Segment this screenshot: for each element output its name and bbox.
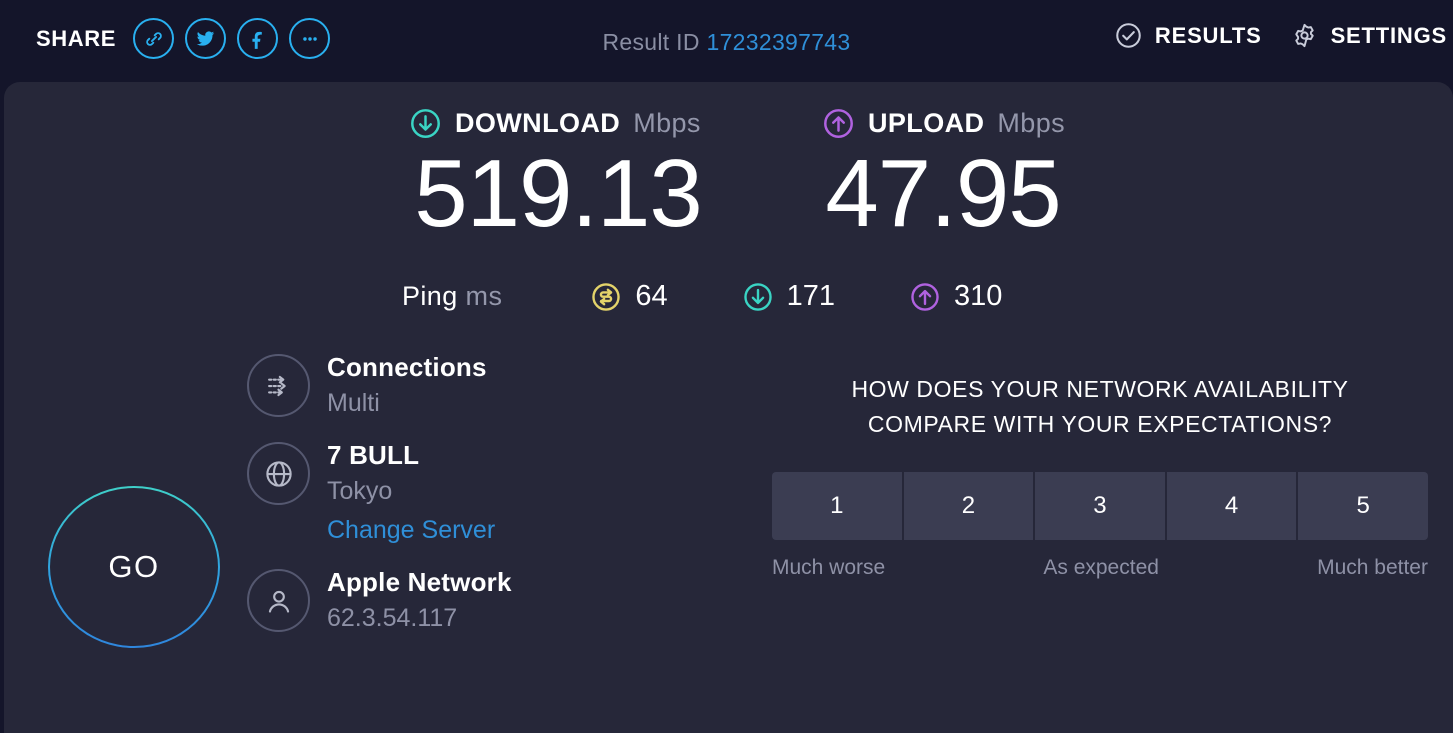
user-icon [247, 569, 310, 632]
ping-upload: 310 [909, 280, 1002, 313]
check-circle-icon [1114, 21, 1143, 50]
result-id-label: Result ID [602, 29, 700, 55]
gear-icon [1290, 21, 1319, 50]
survey-scale-labels: Much worse As expected Much better [772, 556, 1428, 580]
results-button[interactable]: RESULTS [1114, 21, 1262, 50]
survey-question-line1: HOW DOES YOUR NETWORK AVAILABILITY [851, 376, 1349, 402]
ping-download-icon [742, 281, 774, 313]
server-row: 7 BULL Tokyo Change Server [247, 440, 512, 545]
survey-question-line2: COMPARE WITH YOUR EXPECTATIONS? [867, 410, 1333, 437]
ping-idle-icon [590, 281, 622, 313]
client-row: Apple Network 62.3.54.117 [247, 567, 512, 633]
connection-info: Connections Multi 7 BULL Tokyo Change Se… [247, 352, 512, 655]
multi-connection-icon [247, 354, 310, 417]
ping-download: 171 [742, 280, 835, 313]
result-panel: DOWNLOAD Mbps 519.13 UPLOAD Mbps 47.95 P… [4, 82, 1453, 733]
connections-row: Connections Multi [247, 352, 512, 418]
survey-options: 1 2 3 4 5 [772, 472, 1428, 540]
result-id-value[interactable]: 17232397743 [706, 29, 850, 55]
ping-label-group: Ping ms [402, 281, 502, 312]
connections-value: Multi [327, 389, 380, 417]
upload-arrow-icon [822, 107, 855, 140]
ping-upload-icon [909, 281, 941, 313]
globe-icon [247, 442, 310, 505]
ping-upload-value: 310 [954, 280, 1003, 312]
survey-option-5[interactable]: 5 [1298, 472, 1428, 540]
server-name: 7 BULL [327, 440, 420, 470]
ping-download-value: 171 [786, 280, 835, 312]
download-label: DOWNLOAD [455, 108, 621, 138]
ping-idle: 64 [590, 280, 668, 313]
top-bar: SHARE Result ID 17232397743 RESULTS SETT… [0, 0, 1453, 82]
go-button[interactable]: GO [48, 486, 220, 648]
go-button-label: GO [108, 549, 160, 584]
survey-question: HOW DOES YOUR NETWORK AVAILABILITY COMPA… [772, 372, 1428, 441]
survey-scale-low: Much worse [772, 556, 886, 579]
ping-idle-value: 64 [635, 280, 668, 312]
survey-scale-mid: As expected [1043, 556, 1159, 579]
upload-label: UPLOAD [868, 108, 985, 138]
client-ip: 62.3.54.117 [327, 604, 458, 632]
settings-button[interactable]: SETTINGS [1290, 21, 1447, 50]
survey-option-4[interactable]: 4 [1166, 472, 1299, 540]
upload-value: 47.95 [825, 140, 1061, 247]
speed-results: DOWNLOAD Mbps 519.13 UPLOAD Mbps 47.95 [384, 107, 1104, 242]
network-survey: HOW DOES YOUR NETWORK AVAILABILITY COMPA… [772, 372, 1428, 580]
survey-option-3[interactable]: 3 [1035, 472, 1167, 540]
settings-label: SETTINGS [1330, 22, 1447, 48]
ping-label: Ping [402, 281, 458, 311]
survey-option-1[interactable]: 1 [772, 472, 904, 540]
top-bar-actions: RESULTS SETTINGS [1114, 21, 1447, 50]
upload-unit: Mbps [997, 108, 1066, 138]
survey-option-2[interactable]: 2 [903, 472, 1036, 540]
download-arrow-icon [409, 107, 442, 140]
ping-unit: ms [465, 281, 503, 311]
download-result: DOWNLOAD Mbps 519.13 [384, 107, 744, 242]
speedtest-result-page: SHARE Result ID 17232397743 RESULTS SETT… [0, 0, 1453, 733]
results-label: RESULTS [1154, 22, 1262, 48]
survey-scale-high: Much better [1317, 556, 1428, 579]
client-isp: Apple Network [327, 567, 512, 597]
connections-title: Connections [327, 352, 487, 382]
ping-results: Ping ms 64 171 310 [402, 280, 1002, 313]
upload-result: UPLOAD Mbps 47.95 [744, 107, 1104, 242]
change-server-link[interactable]: Change Server [327, 516, 495, 545]
download-unit: Mbps [633, 108, 701, 138]
server-location: Tokyo [327, 477, 393, 505]
download-value: 519.13 [414, 140, 703, 247]
